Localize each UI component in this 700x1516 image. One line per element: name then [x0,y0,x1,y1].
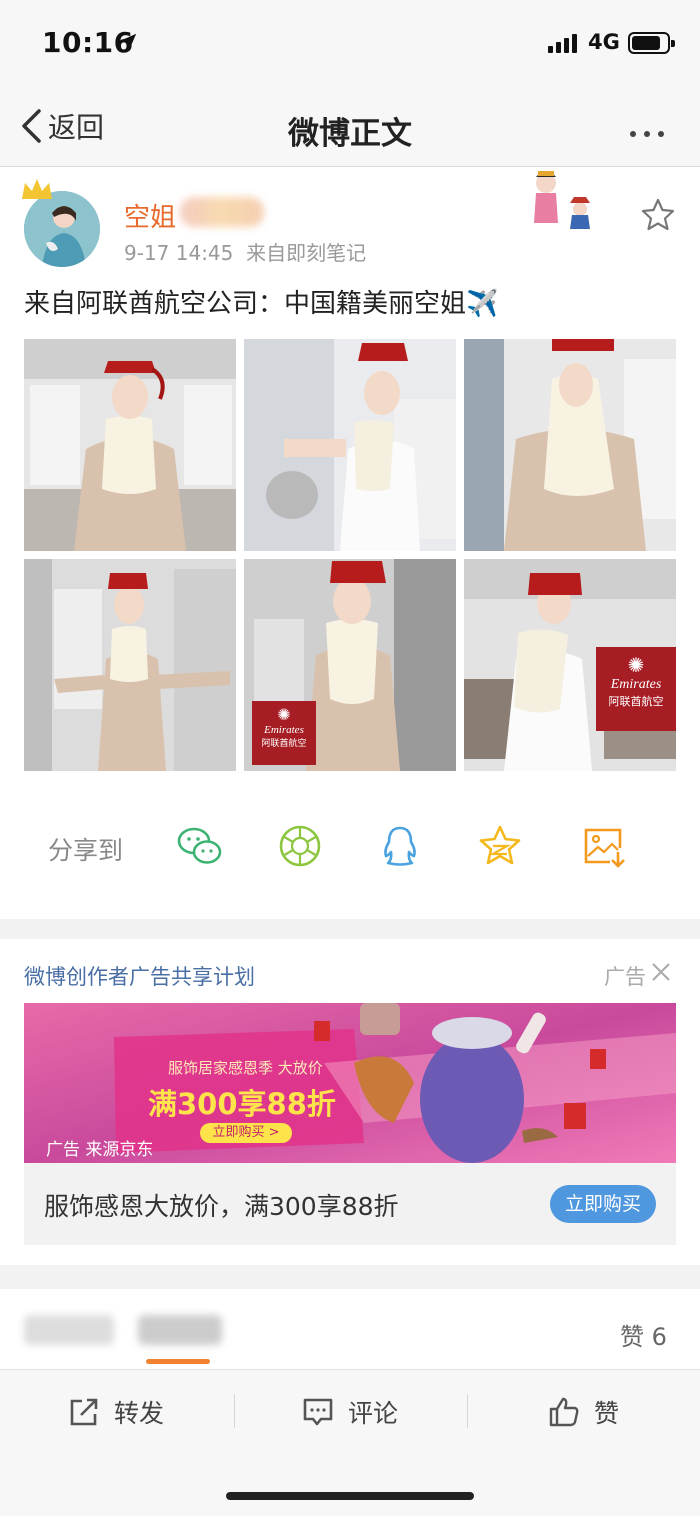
repost-button[interactable]: 转发 [68,1392,164,1432]
qzone-icon[interactable] [476,822,524,870]
share-label: 分享到 [48,836,124,865]
photo-1[interactable] [24,339,236,551]
ad-title[interactable]: 微博创作者广告共享计划 [24,961,255,991]
network-type: 4G [588,30,620,54]
likes-count[interactable]: 赞 6 [620,1317,667,1352]
photo-4[interactable] [24,559,236,771]
page-title: 微博正文 [288,116,412,152]
post-text: 来自阿联酋航空公司：中国籍美丽空姐✈️ [24,283,498,320]
photo-image [24,559,236,771]
divider [234,1394,235,1428]
like-button[interactable]: 赞 [548,1392,619,1432]
nav-bar: 返回 微博正文 [0,88,700,167]
comment-tabs: 赞 6 [0,1289,700,1370]
more-options-icon[interactable] [630,122,674,137]
banner-cta: 立即购买 > [200,1123,292,1143]
thumbs-up-icon [549,1397,579,1427]
banner-source: 广告 来源京东 [46,1140,154,1160]
signal-icon [548,34,580,53]
save-image-icon[interactable] [580,822,628,870]
wechat-icon[interactable] [176,822,224,870]
comment-button[interactable]: 评论 [302,1392,398,1432]
buy-now-button[interactable]: 立即购买 [550,1185,656,1223]
ad-banner[interactable]: 服饰居家感恩季 大放价 满300享88折 立即购买 > 广告 来源京东 [24,1003,676,1163]
home-indicator[interactable] [226,1492,474,1500]
airplane-emoji: ✈️ [466,289,499,319]
back-label: 返回 [48,111,105,144]
photo-3[interactable] [464,339,676,551]
banner-line1: 服饰居家感恩季 大放价 [168,1059,323,1077]
photo-5[interactable]: ✺ Emirates 阿联酋航空 [244,559,456,771]
close-icon[interactable] [650,961,672,983]
post-card: 空姐 9-17 14:45 来自即刻笔记 来自阿联酋航空公司：中国籍美丽空姐✈️ [0,167,700,919]
photo-6[interactable]: ✺ Emirates 阿联酋航空 [464,559,676,771]
post-time: 9-17 14:45 [124,241,234,265]
chevron-left-icon [22,109,41,143]
post-source[interactable]: 来自即刻笔记 [246,241,366,265]
comment-icon [303,1398,333,1426]
battery-icon [628,32,675,54]
emirates-cn: 阿联酋航空 [608,695,664,708]
emirates-logo-icon: ✺ [277,705,291,724]
status-bar: 10:16 4G [0,0,700,88]
divider [467,1394,468,1428]
emirates-watermark: ✺ Emirates 阿联酋航空 [596,647,676,731]
photo-image [464,339,676,551]
tab-repost-blurred[interactable] [24,1315,114,1345]
repost-label: 转发 [114,1399,165,1428]
post-text-content: 来自阿联酋航空公司：中国籍美丽空姐 [24,289,467,319]
photo-2[interactable] [244,339,456,551]
emirates-logo-icon: ✺ [627,653,645,677]
sticker-decoration-icon [534,171,590,229]
ad-caption-row[interactable]: 服饰感恩大放价，满300享88折 立即购买 [24,1163,676,1245]
active-tab-indicator [146,1359,210,1364]
qq-icon[interactable] [376,822,424,870]
emirates-watermark: ✺ Emirates 阿联酋航空 [252,701,316,765]
banner-line2: 满300享88折 [148,1087,336,1121]
photo-image [24,339,236,551]
ad-caption: 服饰感恩大放价，满300享88折 [44,1192,399,1221]
ad-card: 微博创作者广告共享计划 广告 服饰居家感恩季 大放价 满300享88折 立即购买… [0,939,700,1265]
photo-image [244,339,456,551]
moments-icon[interactable] [276,822,324,870]
crown-badge-icon [22,179,52,199]
emirates-brand: Emirates [264,724,304,736]
location-arrow-icon [121,33,137,49]
comment-label: 评论 [348,1399,399,1428]
emirates-brand: Emirates [610,677,662,692]
ad-tag: 广告 [604,965,646,989]
like-label: 赞 [594,1399,620,1428]
emirates-cn: 阿联酋航空 [261,739,307,749]
username[interactable]: 空姐 [124,197,176,234]
repost-icon [70,1398,98,1426]
back-button[interactable]: 返回 [20,106,104,146]
favorite-star-icon[interactable] [640,197,676,233]
post-meta: 9-17 14:45 来自即刻笔记 [124,237,366,266]
bottom-action-bar: 转发 评论 赞 [0,1370,700,1516]
username-blurred [180,197,264,227]
tab-comments-blurred[interactable] [138,1315,222,1345]
